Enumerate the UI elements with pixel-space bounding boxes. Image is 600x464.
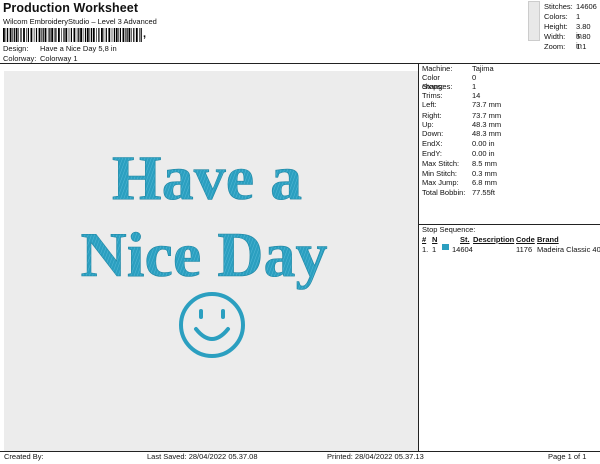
footer-created-by: Created By:	[4, 452, 44, 461]
design-thumbnail	[528, 1, 540, 41]
col-brand: Brand	[537, 235, 559, 244]
col-n: N	[432, 235, 438, 244]
row-brand: Madeira Classic 40	[537, 245, 600, 254]
design-label: Design:	[3, 44, 29, 53]
footer-last-saved: Last Saved: 28/04/2022 05.37.08	[147, 452, 258, 461]
footer-printed: Printed: 28/04/2022 05.37.13	[327, 452, 424, 461]
row-n: 1	[432, 245, 437, 254]
col-code: Code	[516, 235, 535, 244]
colorway-value: Colorway 1	[40, 54, 78, 63]
header-divider	[0, 63, 600, 64]
col-stitches: St.	[460, 235, 470, 244]
panel-divider	[418, 63, 419, 451]
row-num: 1.	[422, 245, 429, 254]
footer-divider	[0, 451, 600, 452]
design-value: Have a Nice Day 5,8 in	[40, 44, 117, 53]
design-preview: Have a Nice Day	[4, 71, 418, 451]
row-stitches: 14604	[452, 245, 473, 254]
embroidery-artwork: Have a Nice Day	[80, 142, 328, 358]
row-code: 1176	[516, 245, 533, 254]
page-title: Production Worksheet	[3, 1, 139, 15]
smiley-face-icon	[179, 292, 245, 358]
design-text-line-2: Nice Day	[80, 219, 327, 290]
col-description: Description	[473, 235, 515, 244]
col-num: #	[422, 235, 427, 244]
footer-page: Page 1 of 1	[548, 452, 587, 461]
barcode	[3, 28, 142, 42]
stop-sequence-label: Stop Sequence:	[422, 225, 476, 234]
barcode-suffix: ,	[143, 28, 147, 40]
software-subtitle: Wilcom EmbroideryStudio – Level 3 Advanc…	[3, 17, 157, 26]
design-text-line-1: Have a	[112, 142, 302, 213]
colorway-label: Colorway:	[3, 54, 37, 63]
